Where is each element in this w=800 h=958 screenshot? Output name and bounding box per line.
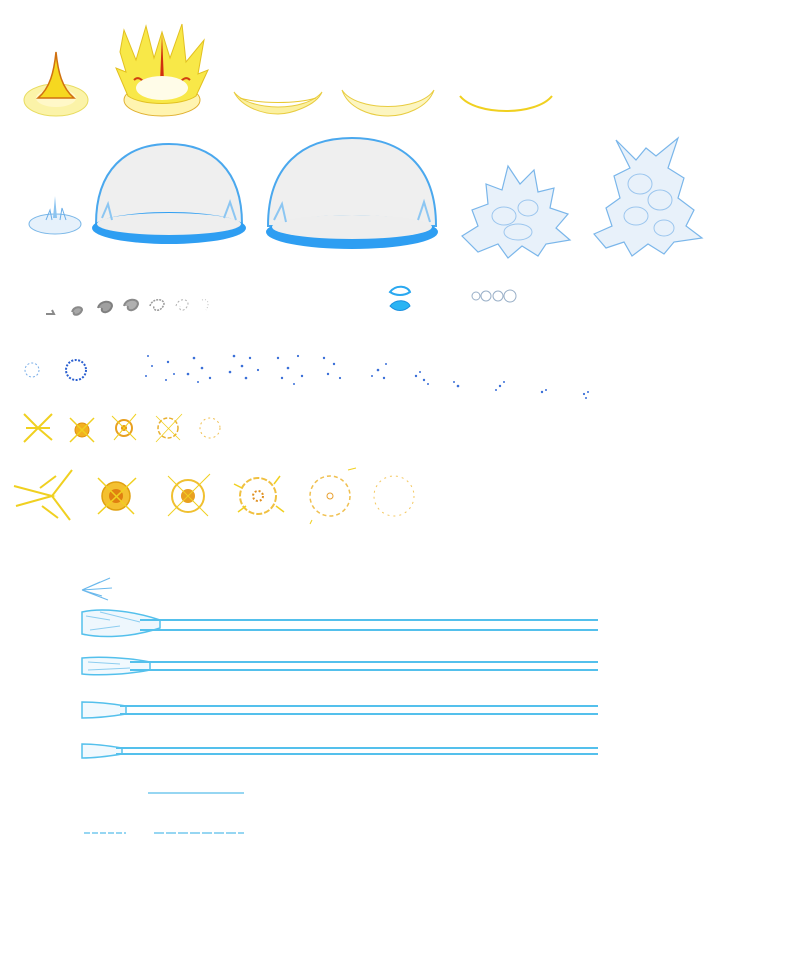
dome-frame-1 (28, 196, 82, 235)
sparkle-frames (24, 354, 589, 399)
dome-frame-4 (461, 164, 572, 259)
aura-frame-4 (341, 89, 435, 117)
aura-frame-1 (23, 51, 89, 117)
aura-frame-3 (233, 91, 323, 115)
beam-frame-1 (81, 609, 598, 638)
beam-frame-4 (81, 743, 598, 759)
large-impact-frames (13, 467, 415, 525)
aura-frame-5 (459, 95, 553, 112)
dome-frame-5 (593, 136, 704, 257)
small-impact-frames (23, 413, 221, 443)
blue-droplet-frame (388, 285, 412, 311)
beam-frame-6 (84, 832, 244, 834)
beam-frame-2 (81, 656, 598, 676)
beam-frame-3 (81, 701, 598, 719)
beam-charge-frame (81, 577, 113, 601)
dome-frame-2 (92, 142, 246, 244)
aura-frame-2 (115, 23, 209, 117)
beam-frame-5 (148, 792, 244, 794)
bubble-ring-frame (471, 289, 517, 303)
dome-frame-3 (266, 136, 438, 249)
smoke-puff-frames (46, 298, 209, 316)
